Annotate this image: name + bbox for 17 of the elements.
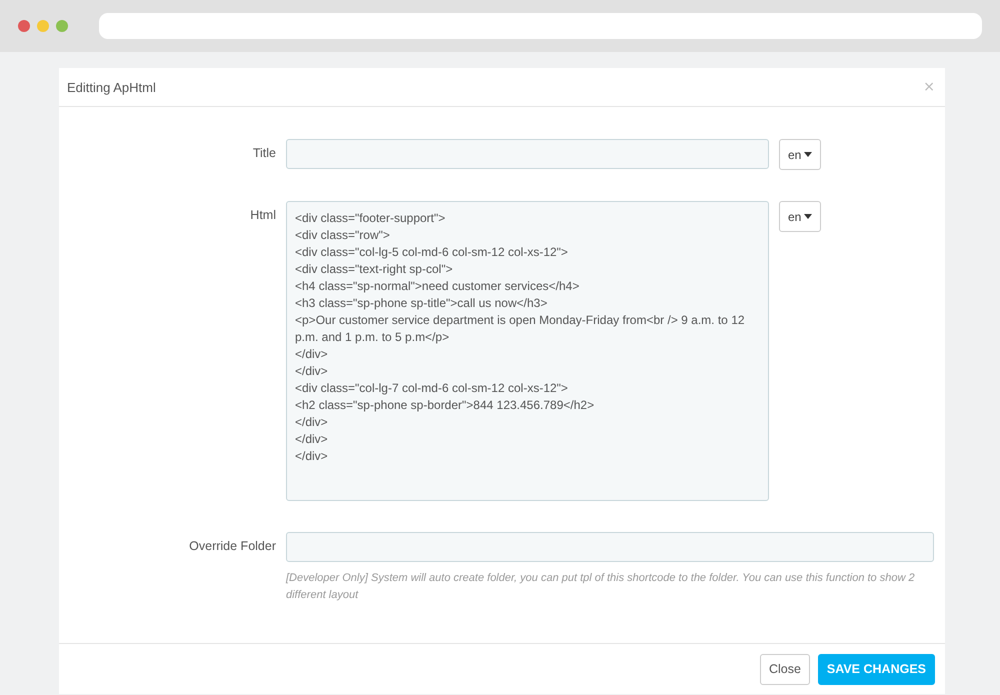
close-dot-icon[interactable]	[18, 20, 30, 32]
address-bar[interactable]	[99, 13, 982, 39]
caret-icon	[804, 214, 812, 219]
help-text: [Developer Only] System will auto create folder, you can put tpl of this shortcode to the folder. You can use this function to show 2 different layout	[286, 571, 916, 603]
folder-input[interactable]	[286, 532, 934, 562]
title-input[interactable]	[286, 139, 769, 169]
language-dropdown[interactable]: en	[779, 139, 822, 170]
caret-icon	[804, 152, 812, 157]
language-dropdown[interactable]: en	[779, 201, 822, 232]
minimize-dot-icon[interactable]	[37, 20, 49, 32]
modal-title: Editting ApHtml	[67, 80, 156, 94]
close-button[interactable]: Close	[760, 654, 810, 684]
maximize-dot-icon[interactable]	[56, 20, 68, 32]
html-textarea[interactable]: <div class="footer-support"> <div class="row"> <div class="col-lg-5 col-md-6 col-sm-12 col-xs-12"> <div class="text-right sp-col"> <h4 class="sp-normal">need customer services</h4> <h3 class="sp-phone sp-title">call us now</h3> <p>Our customer service department is open Monday-Friday from<br /> 9 a.m. to 12 p.m. and 1 p.m. to 5 p.m</p> </div> </div> <div class="col-lg-7 col-md-6 col-sm-12 col-xs-12"> <h2 class="sp-phone sp-border">844 123.456.789</h2> </div> </div> </div>	[286, 201, 769, 501]
field-label: Html	[249, 207, 276, 222]
field-label: Override Folder	[188, 538, 276, 553]
field-label: Title	[252, 145, 276, 160]
